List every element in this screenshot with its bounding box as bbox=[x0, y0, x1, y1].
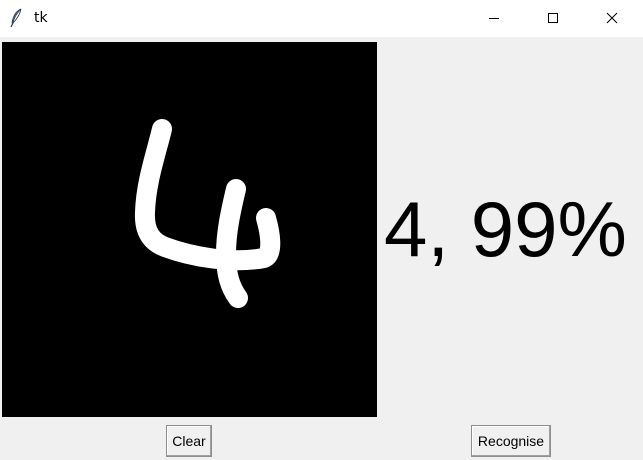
recognise-button[interactable]: Recognise bbox=[471, 425, 551, 457]
handwritten-digit-stroke bbox=[134, 119, 281, 308]
window-title: tk bbox=[34, 10, 48, 26]
drawing-canvas[interactable] bbox=[2, 42, 377, 417]
prediction-result: 4, 99% bbox=[384, 185, 627, 273]
close-icon bbox=[606, 9, 618, 28]
minimize-button[interactable] bbox=[471, 0, 517, 37]
close-button[interactable] bbox=[589, 0, 635, 37]
minimize-icon bbox=[488, 9, 500, 28]
tk-feather-icon bbox=[10, 8, 24, 28]
clear-button[interactable]: Clear bbox=[166, 425, 212, 457]
title-bar[interactable]: tk bbox=[0, 0, 643, 37]
maximize-button[interactable] bbox=[530, 0, 576, 37]
maximize-icon bbox=[547, 9, 559, 28]
